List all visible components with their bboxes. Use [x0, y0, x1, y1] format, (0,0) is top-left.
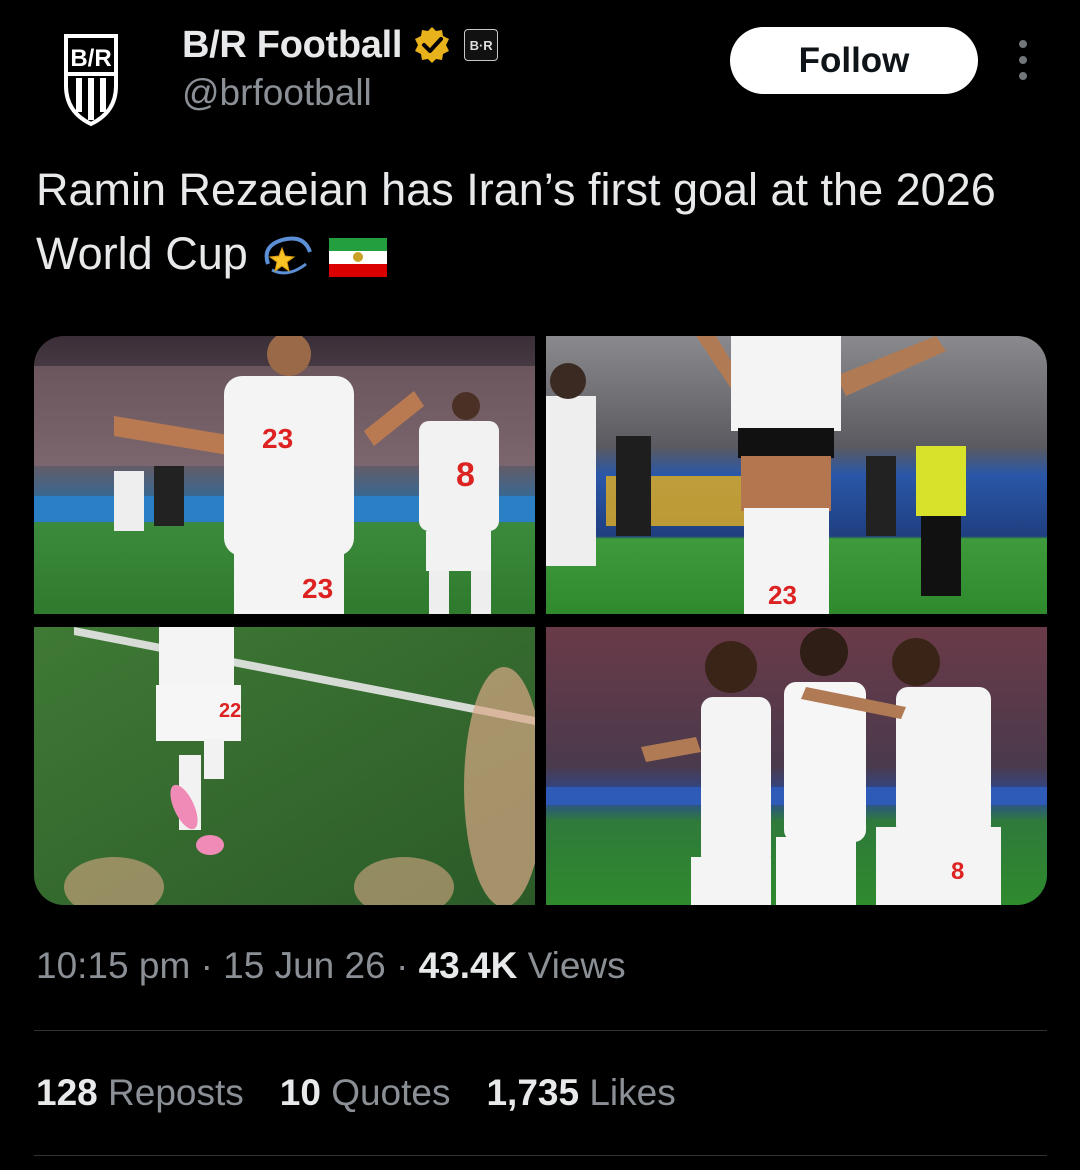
quotes-stat[interactable]: 10 Quotes	[280, 1072, 451, 1114]
likes-label: Likes	[589, 1072, 676, 1113]
affiliate-badge[interactable]: B·R	[464, 29, 499, 61]
photo-player-legs-pink-boots[interactable]: 22	[34, 627, 535, 905]
quotes-label: Quotes	[331, 1072, 451, 1113]
divider	[34, 1155, 1047, 1156]
br-shield-logo-icon: B/R	[64, 34, 118, 127]
account-handle[interactable]: @brfootball	[182, 72, 372, 114]
tweet-body: Ramin Rezaeian has Iran’s first goal at …	[36, 164, 996, 279]
svg-text:22: 22	[219, 700, 241, 722]
photo-player-23-celebrating[interactable]: 8 23 23	[34, 336, 535, 614]
photo-team-celebration[interactable]: 3 9 8	[546, 627, 1047, 905]
tweet-date[interactable]: 15 Jun 26	[223, 945, 386, 986]
verified-badge-icon[interactable]	[412, 25, 452, 65]
meta-separator: ·	[395, 945, 409, 986]
engagement-stats: 128 Reposts 10 Quotes 1,735 Likes	[36, 1072, 676, 1114]
svg-text:8: 8	[951, 858, 964, 885]
reposts-label: Reposts	[108, 1072, 244, 1113]
photo-player-lifting-shirt[interactable]: 23	[546, 336, 1047, 614]
svg-text:23: 23	[768, 580, 797, 610]
quotes-count: 10	[279, 1072, 321, 1113]
divider	[34, 1030, 1047, 1031]
svg-text:23: 23	[302, 573, 333, 604]
likes-count: 1,735	[486, 1072, 580, 1113]
reposts-stat[interactable]: 128 Reposts	[36, 1072, 244, 1114]
avatar[interactable]: B/R	[36, 24, 146, 134]
views-count: 43.4K	[418, 945, 518, 986]
reposts-count: 128	[36, 1072, 98, 1113]
meta-separator: ·	[200, 945, 213, 986]
svg-text:23: 23	[262, 423, 293, 454]
svg-text:8: 8	[456, 456, 475, 494]
account-name-row: B/R Football B·R	[182, 20, 499, 70]
more-options-icon[interactable]	[1010, 40, 1036, 80]
iran-flag-emoji	[328, 238, 387, 278]
tweet-meta: 10:15 pm · 15 Jun 26 · 43.4K Views	[36, 945, 626, 987]
likes-stat[interactable]: 1,735 Likes	[486, 1072, 675, 1114]
dizzy-star-emoji	[264, 236, 313, 275]
follow-button[interactable]: Follow	[730, 27, 978, 94]
tweet-text: Ramin Rezaeian has Iran’s first goal at …	[36, 158, 1046, 286]
views-label: Views	[527, 945, 626, 986]
avatar-logo-text: B/R	[70, 45, 111, 72]
media-grid: 8 23 23 23 22 8	[34, 336, 1047, 905]
tweet-time[interactable]: 10:15 pm	[36, 945, 190, 986]
display-name[interactable]: B/R Football	[182, 24, 402, 67]
